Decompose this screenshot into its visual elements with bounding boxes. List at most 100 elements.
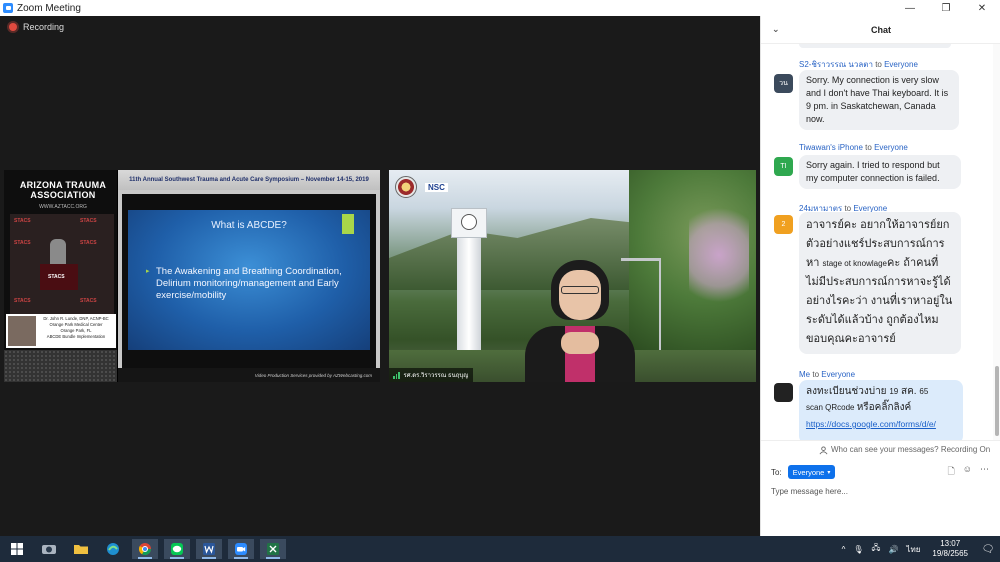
- message-bubble[interactable]: Sorry. My connection is very slow and I …: [799, 70, 959, 130]
- chat-message: Me to Everyone ลงทะเบียนช่วงบ่าย 19 สค. …: [761, 370, 993, 440]
- institution-logo: NSC: [395, 176, 448, 198]
- folder-icon: [74, 545, 88, 554]
- clock-date: 19/8/2565: [932, 549, 968, 558]
- sender-name[interactable]: Tiwawan's iPhone: [799, 143, 863, 152]
- people-icon: [819, 446, 828, 455]
- chat-message-input[interactable]: [771, 484, 991, 498]
- stage-logo: STACS: [14, 298, 31, 304]
- recipient-dropdown-label: Everyone: [792, 467, 825, 477]
- message-text: 19: [889, 387, 899, 396]
- stage-logo: STACS: [80, 218, 97, 224]
- avatar: [774, 383, 793, 402]
- notification-center-icon[interactable]: 🗨: [976, 544, 1000, 555]
- avatar: วน: [774, 74, 793, 93]
- recipient-name: Everyone: [874, 143, 908, 152]
- participant-name: รศ.ดร.วิราวรรณ ธนฤบุญ: [403, 373, 469, 379]
- conference-branding-panel: ARIZONA TRAUMA ASSOCIATION WWW.AZTACC.OR…: [4, 170, 117, 382]
- presenter-topic: ABCDE Bundle Implementation: [46, 334, 106, 339]
- clock-face-icon: [461, 214, 477, 230]
- sender-name[interactable]: Me: [799, 370, 810, 379]
- collapse-chevron-icon[interactable]: ⌄: [772, 24, 780, 35]
- pattern-background: [4, 350, 117, 382]
- chat-scrollbar[interactable]: [993, 44, 1000, 440]
- sender-name[interactable]: S2-ชิราวรรณ นวลตา: [799, 60, 873, 69]
- taskbar-clock[interactable]: 13:07 19/8/2565: [932, 539, 968, 559]
- slide-body: What is ABCDE? The Awakening and Breathi…: [122, 194, 376, 368]
- chat-scroll-thumb[interactable]: [995, 366, 999, 436]
- stage-logo: STACS: [14, 240, 31, 246]
- compose-actions: 🗋 ☺ ⋯: [948, 464, 989, 480]
- taskbar-file-explorer[interactable]: [68, 539, 94, 559]
- maximize-button[interactable]: ❐: [928, 0, 964, 16]
- more-icon[interactable]: ⋯: [980, 464, 989, 480]
- message-text: สค.: [898, 386, 920, 397]
- taskbar-excel[interactable]: [260, 539, 286, 559]
- taskbar-chrome[interactable]: [132, 539, 158, 559]
- taskbar-camera-app[interactable]: [36, 539, 62, 559]
- presenter-card: Dr. John R. Lunde, DNP, ACNP-BC Orange P…: [6, 314, 116, 348]
- recipient-name: Everyone: [884, 60, 918, 69]
- message-bubble[interactable]: อาจารย์คะ อยากให้อาจารย์ยกตัวอย่างแชร์ปร…: [799, 212, 961, 354]
- tray-overflow-chevron-icon[interactable]: ^: [842, 545, 846, 554]
- chat-message-list[interactable]: S2-ชิราวรรณ นวลตา to Everyone วน Sorry. …: [761, 44, 993, 440]
- network-icon[interactable]: 🖧: [872, 542, 881, 556]
- to-word: to: [865, 143, 872, 152]
- window-titlebar: Zoom Meeting — ❐ ✕: [0, 0, 1000, 16]
- input-language[interactable]: ไทย: [906, 543, 920, 556]
- message-link[interactable]: https://docs.google.com/forms/d/e/: [806, 416, 956, 432]
- to-label: To:: [771, 467, 782, 477]
- message-line: scan QRcode หรือคลิ๊กลิงค์: [806, 400, 956, 416]
- stage-logo: STACS: [80, 298, 97, 304]
- minimize-button[interactable]: —: [892, 0, 928, 16]
- message-text: คะ ถ้าคนที่ไม่มีประสบการณ์การหาจะรู้ได้อ…: [806, 257, 953, 345]
- chat-message: S2-ชิราวรรณ นวลตา to Everyone วน Sorry. …: [761, 58, 993, 148]
- message-bubble[interactable]: Sorry again. I tried to respond but my c…: [799, 155, 961, 189]
- to-word: to: [875, 60, 882, 69]
- message-text: ลงทะเบียนช่วงบ่าย: [806, 386, 890, 397]
- message-bubble[interactable]: ลงทะเบียนช่วงบ่าย 19 สค. 65 scan QRcode …: [799, 380, 963, 440]
- slide-footer: Video Production Services provided by AZ…: [118, 368, 380, 382]
- video-tile-participant[interactable]: NSC รศ.ดร.วิราวรรณ ธนฤบุญ: [389, 170, 756, 382]
- microphone-icon[interactable]: 🎙: [853, 545, 863, 554]
- chat-title: Chat: [871, 24, 891, 35]
- message-line: ลงทะเบียนช่วงบ่าย 19 สค. 65: [806, 384, 956, 400]
- who-can-see-text: Who can see your messages? Recording On: [831, 445, 991, 454]
- form-link[interactable]: https://docs.google.com/forms/d/e/: [806, 419, 936, 429]
- volume-icon[interactable]: 🔊: [888, 545, 898, 554]
- recipient-dropdown[interactable]: Everyone ▾: [787, 465, 836, 479]
- taskbar-edge[interactable]: [100, 539, 126, 559]
- chat-message: Tiwawan's iPhone to Everyone TI Sorry ag…: [761, 143, 993, 203]
- window-title: Zoom Meeting: [17, 2, 81, 14]
- podium-logo: STACS: [48, 274, 65, 280]
- emoji-icon[interactable]: ☺: [963, 464, 972, 480]
- who-can-see-messages[interactable]: Who can see your messages? Recording On: [761, 440, 1000, 458]
- org-url: WWW.AZTACC.ORG: [39, 204, 87, 210]
- slide-bullet: The Awakening and Breathing Coordination…: [146, 266, 356, 302]
- message-sender-line: Tiwawan's iPhone to Everyone: [799, 143, 908, 152]
- windows-start-button[interactable]: [4, 539, 30, 559]
- taskbar-line[interactable]: [164, 539, 190, 559]
- connection-signal-icon: [393, 371, 400, 379]
- person-hands: [561, 332, 599, 354]
- to-word: to: [812, 370, 820, 379]
- chat-panel: ⌄ Chat S2-ชิราวรรณ นวลตา to Everyone วน …: [760, 16, 1000, 536]
- windows-taskbar: ^ 🎙 🖧 🔊 ไทย 13:07 19/8/2565 🗨: [0, 536, 1000, 562]
- camera-icon: [42, 545, 56, 554]
- slide-frame: 11th Annual Southwest Trauma and Acute C…: [118, 170, 380, 382]
- stage-logo: STACS: [80, 240, 97, 246]
- participant-nametag: รศ.ดร.วิราวรรณ ธนฤบุญ: [389, 368, 474, 382]
- file-icon[interactable]: 🗋: [948, 464, 955, 480]
- video-tile-shared-content[interactable]: ARIZONA TRAUMA ASSOCIATION WWW.AZTACC.OR…: [4, 170, 380, 382]
- taskbar-zoom[interactable]: [228, 539, 254, 559]
- message-text: stage ot knowlage: [822, 259, 887, 268]
- university-seal-icon: [395, 176, 417, 198]
- close-button[interactable]: ✕: [964, 0, 1000, 16]
- org-name: ARIZONA TRAUMA ASSOCIATION: [19, 180, 107, 200]
- system-tray: ^ 🎙 🖧 🔊 ไทย 13:07 19/8/2565 🗨: [838, 536, 1000, 562]
- taskbar-word[interactable]: [196, 539, 222, 559]
- background-blossoms: [689, 200, 749, 310]
- recording-indicator[interactable]: Recording: [9, 22, 64, 32]
- participant-person: [525, 254, 635, 382]
- recipient-selector-row: To: Everyone ▾ 🗋 ☺ ⋯: [771, 464, 997, 480]
- chevron-down-icon: ▾: [827, 469, 831, 476]
